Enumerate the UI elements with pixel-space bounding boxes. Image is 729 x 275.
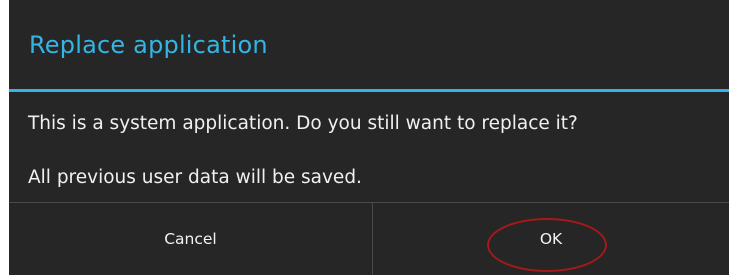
dialog-button-bar: Cancel OK	[9, 203, 729, 275]
dialog-title-bar: Replace application	[9, 0, 729, 89]
dialog-message-primary: This is a system application. Do you sti…	[28, 113, 578, 134]
cancel-button[interactable]: Cancel	[9, 203, 372, 275]
ok-button[interactable]: OK	[373, 203, 729, 275]
cancel-button-label: Cancel	[164, 230, 217, 248]
ok-button-label: OK	[539, 230, 563, 248]
title-divider	[9, 89, 729, 92]
screenshot-frame: Replace application This is a system app…	[0, 0, 729, 275]
replace-application-dialog: Replace application This is a system app…	[9, 0, 729, 275]
dialog-title: Replace application	[29, 31, 268, 59]
dialog-message-secondary: All previous user data will be saved.	[28, 167, 362, 188]
